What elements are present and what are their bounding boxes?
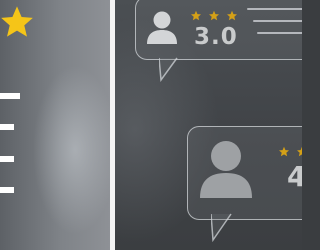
rating-star-icon <box>279 146 289 157</box>
rating-star-icon <box>191 10 201 21</box>
rating-star-icon <box>209 10 219 21</box>
rating-value: 4 <box>287 160 302 193</box>
avatar-icon <box>147 11 177 44</box>
avatar-icon <box>200 141 252 198</box>
list-line-3 <box>0 156 14 162</box>
right-photo-panel: 3.0 4 <box>115 0 302 250</box>
list-line-4 <box>0 187 14 193</box>
list-line-1 <box>0 93 20 99</box>
text-line <box>247 8 302 10</box>
text-line <box>253 20 302 22</box>
rating-star-icon <box>227 10 237 21</box>
bubble-tail <box>211 213 232 242</box>
list-line-2 <box>0 124 14 130</box>
text-line <box>257 32 302 34</box>
rating-value: 3.0 <box>194 24 238 50</box>
rating-star-icon <box>297 146 302 157</box>
star-icon <box>1 6 33 37</box>
bubble-tail <box>159 57 178 82</box>
left-photo-panel <box>0 0 110 250</box>
